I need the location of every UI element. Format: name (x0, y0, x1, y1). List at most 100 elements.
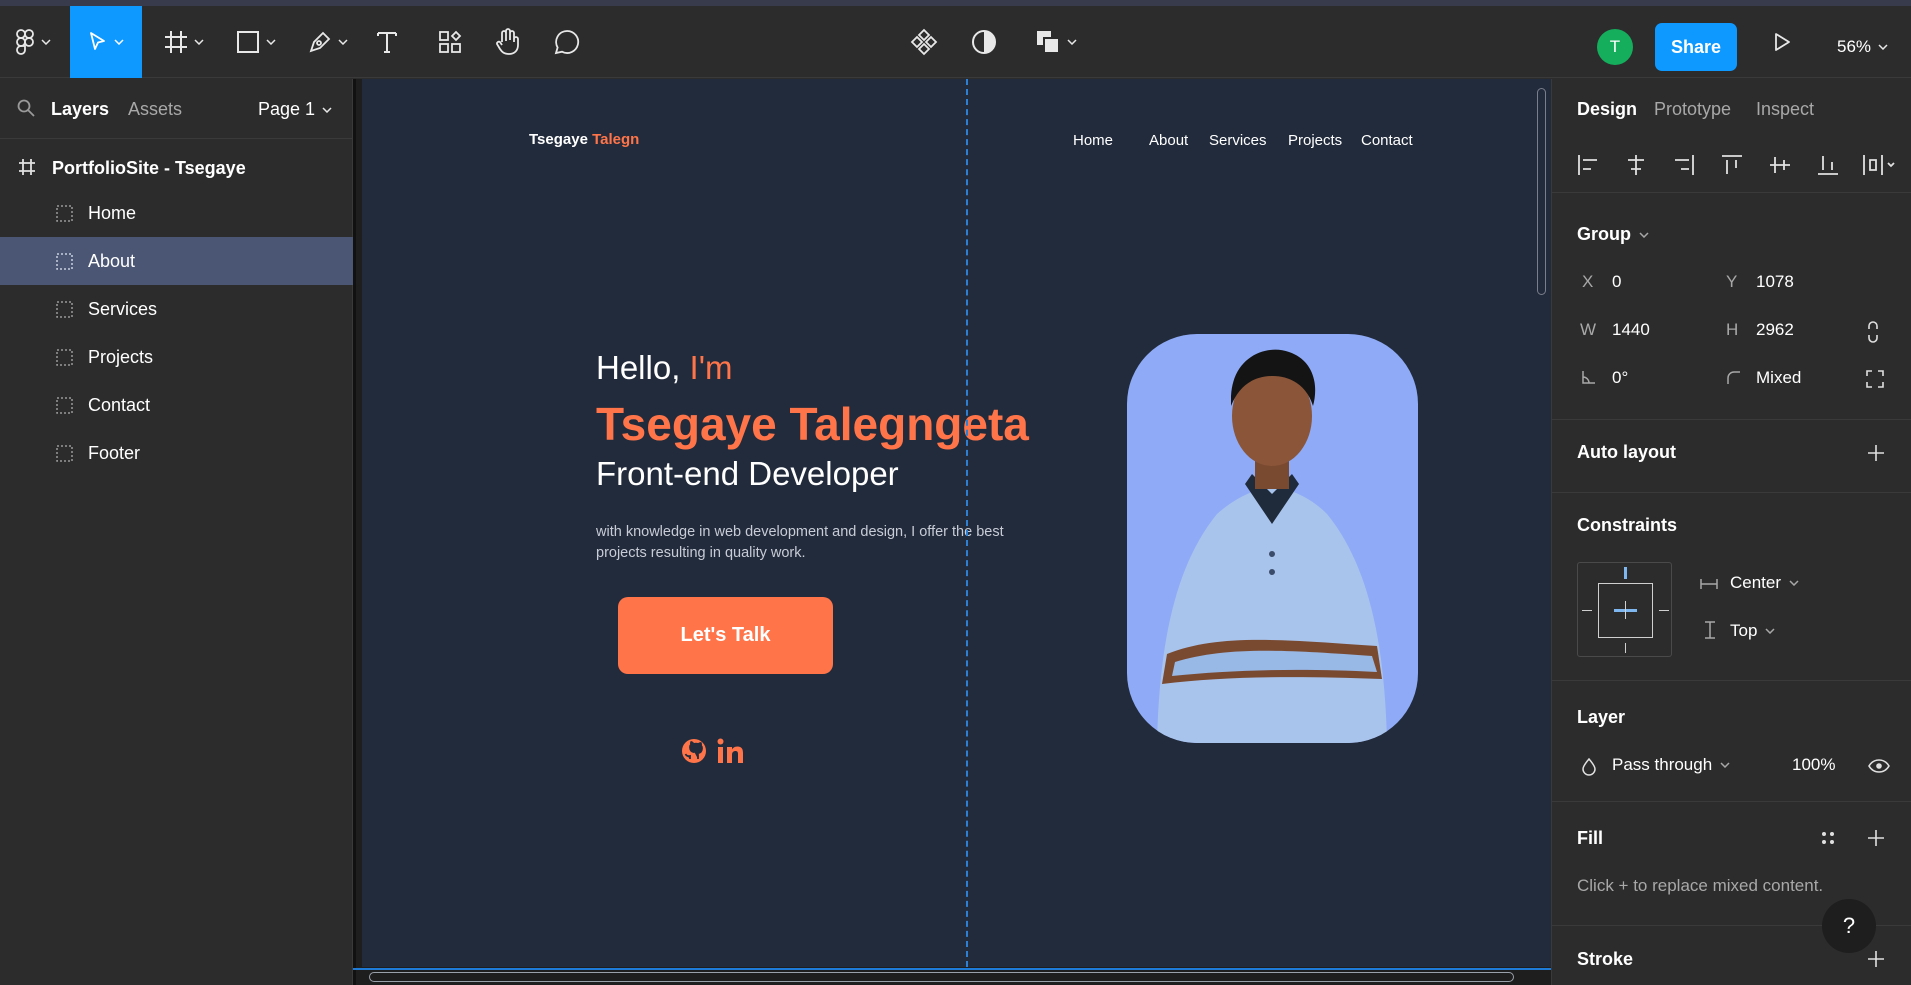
add-stroke-icon[interactable] (1867, 950, 1885, 968)
horizontal-scrollbar[interactable] (369, 972, 1514, 982)
fill-section-title: Fill (1577, 828, 1603, 848)
constraint-left[interactable] (1582, 610, 1592, 611)
nav-home[interactable]: Home (1073, 132, 1113, 149)
styles-icon[interactable] (1820, 830, 1836, 846)
frame-dashed-icon (56, 445, 73, 462)
constraint-bottom[interactable] (1625, 643, 1626, 653)
align-right-icon[interactable] (1673, 154, 1695, 176)
tab-prototype[interactable]: Prototype (1654, 99, 1731, 120)
hero-greeting: Hello, I'm (596, 349, 733, 387)
frame-portfolio[interactable]: Tsegaye Talegn Home About Services Proje… (362, 79, 1551, 967)
align-bottom-icon[interactable] (1817, 154, 1839, 176)
h-input[interactable]: 2962 (1756, 320, 1794, 340)
avatar[interactable]: T (1597, 29, 1633, 65)
x-label: X (1582, 272, 1594, 291)
align-left-icon[interactable] (1577, 154, 1599, 176)
canvas[interactable]: Tsegaye Talegn Home About Services Proje… (353, 79, 1551, 985)
vertical-constraint-select[interactable]: Top (1730, 621, 1775, 641)
divider (1552, 419, 1911, 420)
x-input[interactable]: 0 (1612, 272, 1621, 292)
selection-outline (353, 968, 1551, 970)
rectangle-icon (237, 31, 259, 53)
shape-tool-button[interactable] (230, 6, 282, 78)
constraint-center-v[interactable] (1625, 601, 1626, 619)
move-tool-button[interactable] (70, 6, 142, 78)
create-component-button[interactable] (908, 6, 940, 78)
tab-layers[interactable]: Layers (51, 99, 109, 120)
linkedin-link[interactable] (717, 738, 743, 769)
zoom-menu[interactable]: 56% (1837, 29, 1888, 65)
hand-icon (496, 28, 519, 55)
rotation-icon (1582, 371, 1595, 384)
layer-services[interactable]: Services (0, 285, 353, 333)
eye-icon[interactable] (1868, 759, 1890, 773)
add-fill-icon[interactable] (1867, 829, 1885, 847)
hand-tool-button[interactable] (492, 6, 524, 78)
frame-dashed-icon (56, 397, 73, 414)
tab-assets[interactable]: Assets (128, 99, 182, 120)
present-button[interactable] (1764, 6, 1800, 78)
page-selector[interactable]: Page 1 (258, 99, 332, 120)
blend-mode-icon (1582, 758, 1596, 776)
w-label: W (1580, 320, 1597, 339)
radius-input[interactable]: Mixed (1756, 368, 1801, 388)
rotation-input[interactable]: 0° (1612, 368, 1628, 388)
search-icon[interactable] (17, 99, 35, 117)
layer-about[interactable]: About (0, 237, 353, 285)
layout-guide (966, 79, 968, 967)
layer-footer[interactable]: Footer (0, 429, 353, 477)
comment-icon (554, 30, 580, 55)
y-input[interactable]: 1078 (1756, 272, 1794, 292)
boolean-button[interactable] (1030, 6, 1082, 78)
fill-hint: Click + to replace mixed content. (1577, 876, 1824, 895)
logo-second: Talegn (592, 131, 640, 148)
nav-about[interactable]: About (1149, 132, 1188, 149)
component-icon (910, 28, 938, 56)
chevron-down-icon (114, 39, 124, 45)
frame-dashed-icon (56, 253, 73, 270)
w-input[interactable]: 1440 (1612, 320, 1650, 340)
resources-tool-button[interactable] (433, 6, 467, 78)
chevron-down-icon (1720, 762, 1730, 768)
hero-hello: Hello, (596, 349, 681, 386)
main-menu-button[interactable] (8, 6, 58, 78)
share-button[interactable]: Share (1655, 23, 1737, 71)
blend-mode-select[interactable]: Pass through (1612, 755, 1730, 775)
pen-tool-button[interactable] (302, 6, 354, 78)
distribute-icon[interactable] (1862, 154, 1896, 176)
align-top-icon[interactable] (1721, 154, 1743, 176)
layer-projects[interactable]: Projects (0, 333, 353, 381)
vertical-scrollbar[interactable] (1537, 88, 1546, 295)
figma-logo-icon (16, 29, 34, 55)
opacity-input[interactable]: 100% (1792, 755, 1835, 775)
layer-contact[interactable]: Contact (0, 381, 353, 429)
lets-talk-button[interactable]: Let's Talk (618, 597, 833, 674)
independent-corners-icon[interactable] (1866, 370, 1884, 388)
nav-services[interactable]: Services (1209, 132, 1267, 149)
divider (1552, 680, 1911, 681)
github-link[interactable] (681, 738, 707, 769)
align-horizontal-center-icon[interactable] (1625, 154, 1647, 176)
text-tool-button[interactable] (372, 6, 402, 78)
stroke-section-title: Stroke (1577, 949, 1634, 969)
constraints-widget[interactable] (1577, 562, 1672, 657)
nav-projects[interactable]: Projects (1288, 132, 1342, 149)
layer-home[interactable]: Home (0, 189, 353, 237)
zoom-level: 56% (1837, 37, 1872, 56)
constraint-right[interactable] (1659, 610, 1669, 611)
frame-tool-button[interactable] (158, 6, 210, 78)
group-section-title[interactable]: Group (1577, 224, 1649, 245)
help-button[interactable]: ? (1822, 899, 1876, 953)
tab-inspect[interactable]: Inspect (1756, 99, 1814, 120)
mask-button[interactable] (968, 6, 1000, 78)
layer-frame-portfolio[interactable]: PortfolioSite - Tsegaye (0, 147, 353, 189)
comment-tool-button[interactable] (550, 6, 584, 78)
align-vertical-center-icon[interactable] (1769, 154, 1791, 176)
nav-contact[interactable]: Contact (1361, 132, 1413, 149)
tab-design[interactable]: Design (1577, 99, 1637, 120)
constrain-proportions-icon[interactable] (1866, 321, 1880, 343)
horizontal-constraint-select[interactable]: Center (1730, 573, 1799, 593)
constraint-top-active[interactable] (1624, 567, 1627, 579)
design-panel: Design Prototype Inspect Group X 0 Y 107… (1551, 79, 1911, 985)
add-auto-layout-icon[interactable] (1867, 444, 1885, 462)
